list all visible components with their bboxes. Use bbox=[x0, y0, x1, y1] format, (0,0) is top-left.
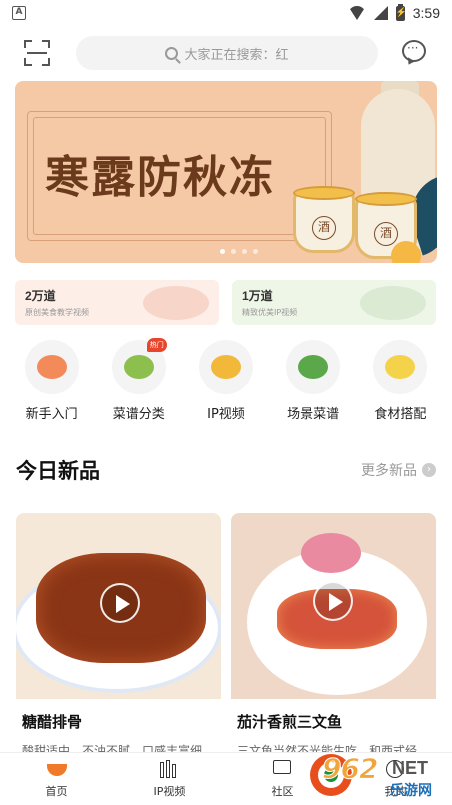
wine-cup-illustration: 酒 bbox=[293, 186, 355, 253]
veggie-plate-icon bbox=[123, 355, 154, 379]
cup-mark: 酒 bbox=[312, 216, 336, 240]
fries-icon bbox=[210, 355, 241, 379]
carousel-dot[interactable] bbox=[253, 249, 258, 254]
recipe-name: 糖醋排骨 bbox=[22, 713, 83, 731]
battery-icon bbox=[395, 3, 407, 21]
promo-card-ip-videos[interactable]: 1万道 精致优美IP视频 bbox=[232, 280, 436, 325]
carousel-dot[interactable] bbox=[242, 249, 247, 254]
play-icon[interactable] bbox=[100, 583, 140, 623]
section-title: 今日新品 bbox=[16, 459, 100, 483]
more-new-link[interactable]: 更多新品 › bbox=[361, 460, 436, 480]
flower-illustration bbox=[391, 241, 421, 263]
bowl-icon bbox=[46, 764, 67, 776]
salad-icon bbox=[298, 355, 329, 379]
category-label: 新手入门 bbox=[25, 407, 78, 422]
message-icon[interactable] bbox=[402, 40, 426, 62]
salmon-dish-icon bbox=[36, 355, 67, 379]
tab-label: 首页 bbox=[45, 785, 68, 798]
watermark-site: 乐游网 bbox=[390, 783, 432, 799]
carousel-dot[interactable] bbox=[231, 249, 236, 254]
carousel-indicator bbox=[220, 249, 258, 254]
watermark: 962 NET 乐游网 bbox=[310, 752, 452, 805]
category-row: 新手入门 热门 菜谱分类 IP视频 场景菜谱 食材搭配 bbox=[0, 338, 452, 430]
signal-icon bbox=[373, 6, 388, 20]
flower-garnish-illustration bbox=[301, 533, 361, 573]
more-label: 更多新品 bbox=[361, 463, 417, 479]
category-label: 食材搭配 bbox=[374, 407, 427, 422]
play-icon[interactable] bbox=[313, 581, 353, 621]
tab-ip-video[interactable]: IP视频 bbox=[113, 753, 226, 805]
recipe-card[interactable]: 糖醋排骨 酸甜适中，不油不腻，口感丰富细 bbox=[16, 513, 221, 758]
top-header: 大家正在搜索：红 bbox=[0, 30, 452, 76]
status-bar: A 3:59 bbox=[0, 0, 452, 26]
tab-label: IP视频 bbox=[153, 785, 186, 798]
recipe-image bbox=[231, 513, 436, 699]
promo-card-videos[interactable]: 2万道 原创美食教学视频 bbox=[15, 280, 219, 325]
hot-badge: 热门 bbox=[146, 338, 167, 352]
chat-bubble-icon bbox=[272, 760, 291, 774]
promo-banner[interactable]: 寒露防秋冻 酒 酒 bbox=[15, 81, 437, 263]
category-label: IP视频 bbox=[207, 407, 245, 422]
books-icon bbox=[159, 760, 180, 778]
banner-title: 寒露防秋冻 bbox=[45, 152, 275, 203]
category-ip-video[interactable]: IP视频 bbox=[184, 340, 268, 430]
recipe-image bbox=[16, 513, 221, 699]
carousel-dot[interactable] bbox=[220, 249, 225, 254]
dumpling-illustration bbox=[143, 286, 209, 320]
notification-a-icon: A bbox=[12, 6, 26, 20]
egg-bacon-icon bbox=[385, 355, 416, 379]
wifi-icon bbox=[347, 6, 366, 20]
cup-mark: 酒 bbox=[374, 222, 398, 246]
category-recipes[interactable]: 热门 菜谱分类 bbox=[97, 338, 181, 430]
category-label: 场景菜谱 bbox=[287, 407, 340, 422]
dumpling-illustration bbox=[360, 286, 426, 320]
category-beginner[interactable]: 新手入门 bbox=[10, 340, 94, 430]
tab-label: 社区 bbox=[271, 785, 294, 798]
status-time: 3:59 bbox=[412, 5, 440, 21]
scan-icon[interactable] bbox=[24, 40, 50, 66]
category-label: 菜谱分类 bbox=[112, 407, 165, 422]
chevron-right-icon: › bbox=[422, 463, 436, 477]
tab-home[interactable]: 首页 bbox=[0, 753, 113, 805]
category-ingredients[interactable]: 食材搭配 bbox=[358, 340, 442, 430]
watermark-domain: NET bbox=[392, 758, 428, 778]
watermark-number: 962 bbox=[321, 752, 378, 786]
recipe-name: 茄汁香煎三文鱼 bbox=[237, 713, 343, 731]
search-placeholder: 大家正在搜索：红 bbox=[184, 47, 289, 63]
search-icon bbox=[165, 46, 179, 60]
search-input[interactable]: 大家正在搜索：红 bbox=[76, 36, 378, 70]
recipe-card[interactable]: 茄汁香煎三文鱼 三文鱼当然不光能生吃，和西式经 bbox=[231, 513, 436, 758]
category-scene[interactable]: 场景菜谱 bbox=[271, 340, 355, 430]
